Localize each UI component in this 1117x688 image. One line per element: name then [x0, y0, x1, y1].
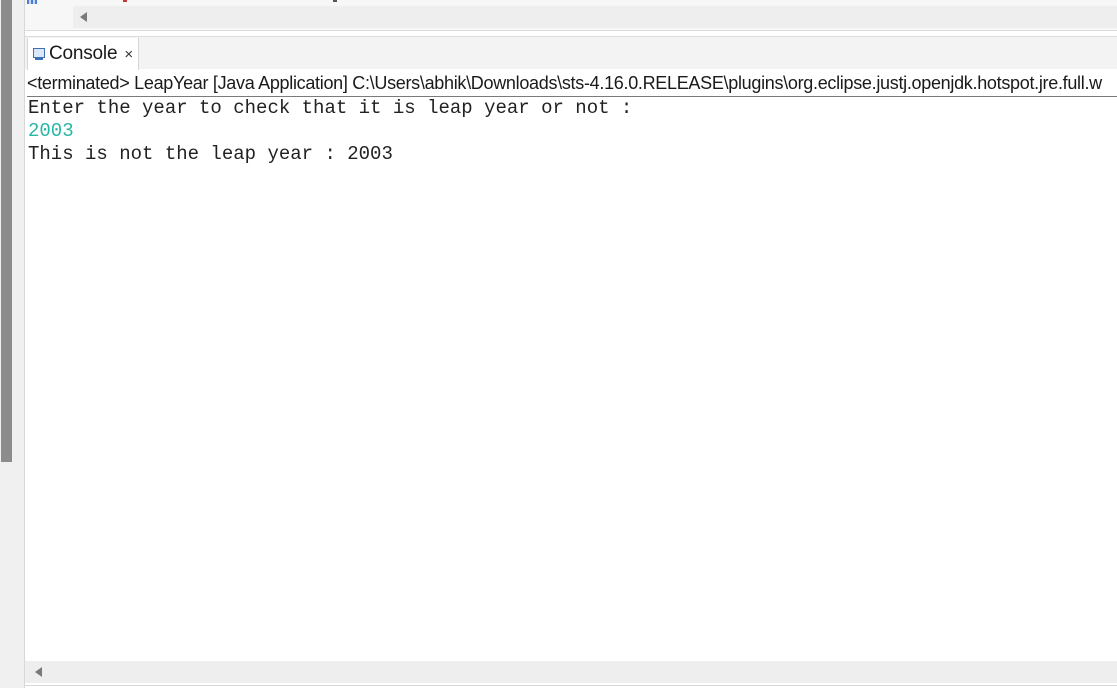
console-status-line: <terminated> LeapYear [Java Application]… — [27, 73, 1102, 93]
editor-area — [25, 0, 1117, 31]
editor-marker — [27, 0, 37, 4]
vertical-scrollbar-thumb[interactable] — [1, 0, 12, 462]
console-view: Console × <terminated> LeapYear [Java Ap… — [25, 36, 1117, 688]
output-line-user-input: 2003 — [28, 120, 74, 142]
editor-horizontal-scrollbar[interactable] — [73, 6, 1117, 28]
left-panel-strip — [0, 0, 25, 688]
view-tab-bar: Console × — [25, 36, 1117, 70]
console-icon — [32, 47, 46, 61]
scroll-left-arrow-icon[interactable] — [35, 667, 42, 677]
scroll-left-arrow-icon[interactable] — [80, 12, 87, 22]
tab-console-label: Console — [49, 43, 118, 64]
tab-console[interactable]: Console × — [27, 38, 139, 70]
editor-text-fragment — [123, 0, 127, 2]
console-output[interactable]: Enter the year to check that it is leap … — [28, 97, 1117, 166]
bottom-divider — [25, 685, 1117, 686]
output-line-result: This is not the leap year : 2003 — [28, 143, 393, 165]
close-icon[interactable]: × — [124, 47, 133, 62]
output-line-prompt: Enter the year to check that it is leap … — [28, 97, 633, 119]
ide-window: Console × <terminated> LeapYear [Java Ap… — [0, 0, 1117, 688]
editor-text-fragment — [333, 0, 337, 2]
console-horizontal-scrollbar[interactable] — [25, 661, 1117, 683]
